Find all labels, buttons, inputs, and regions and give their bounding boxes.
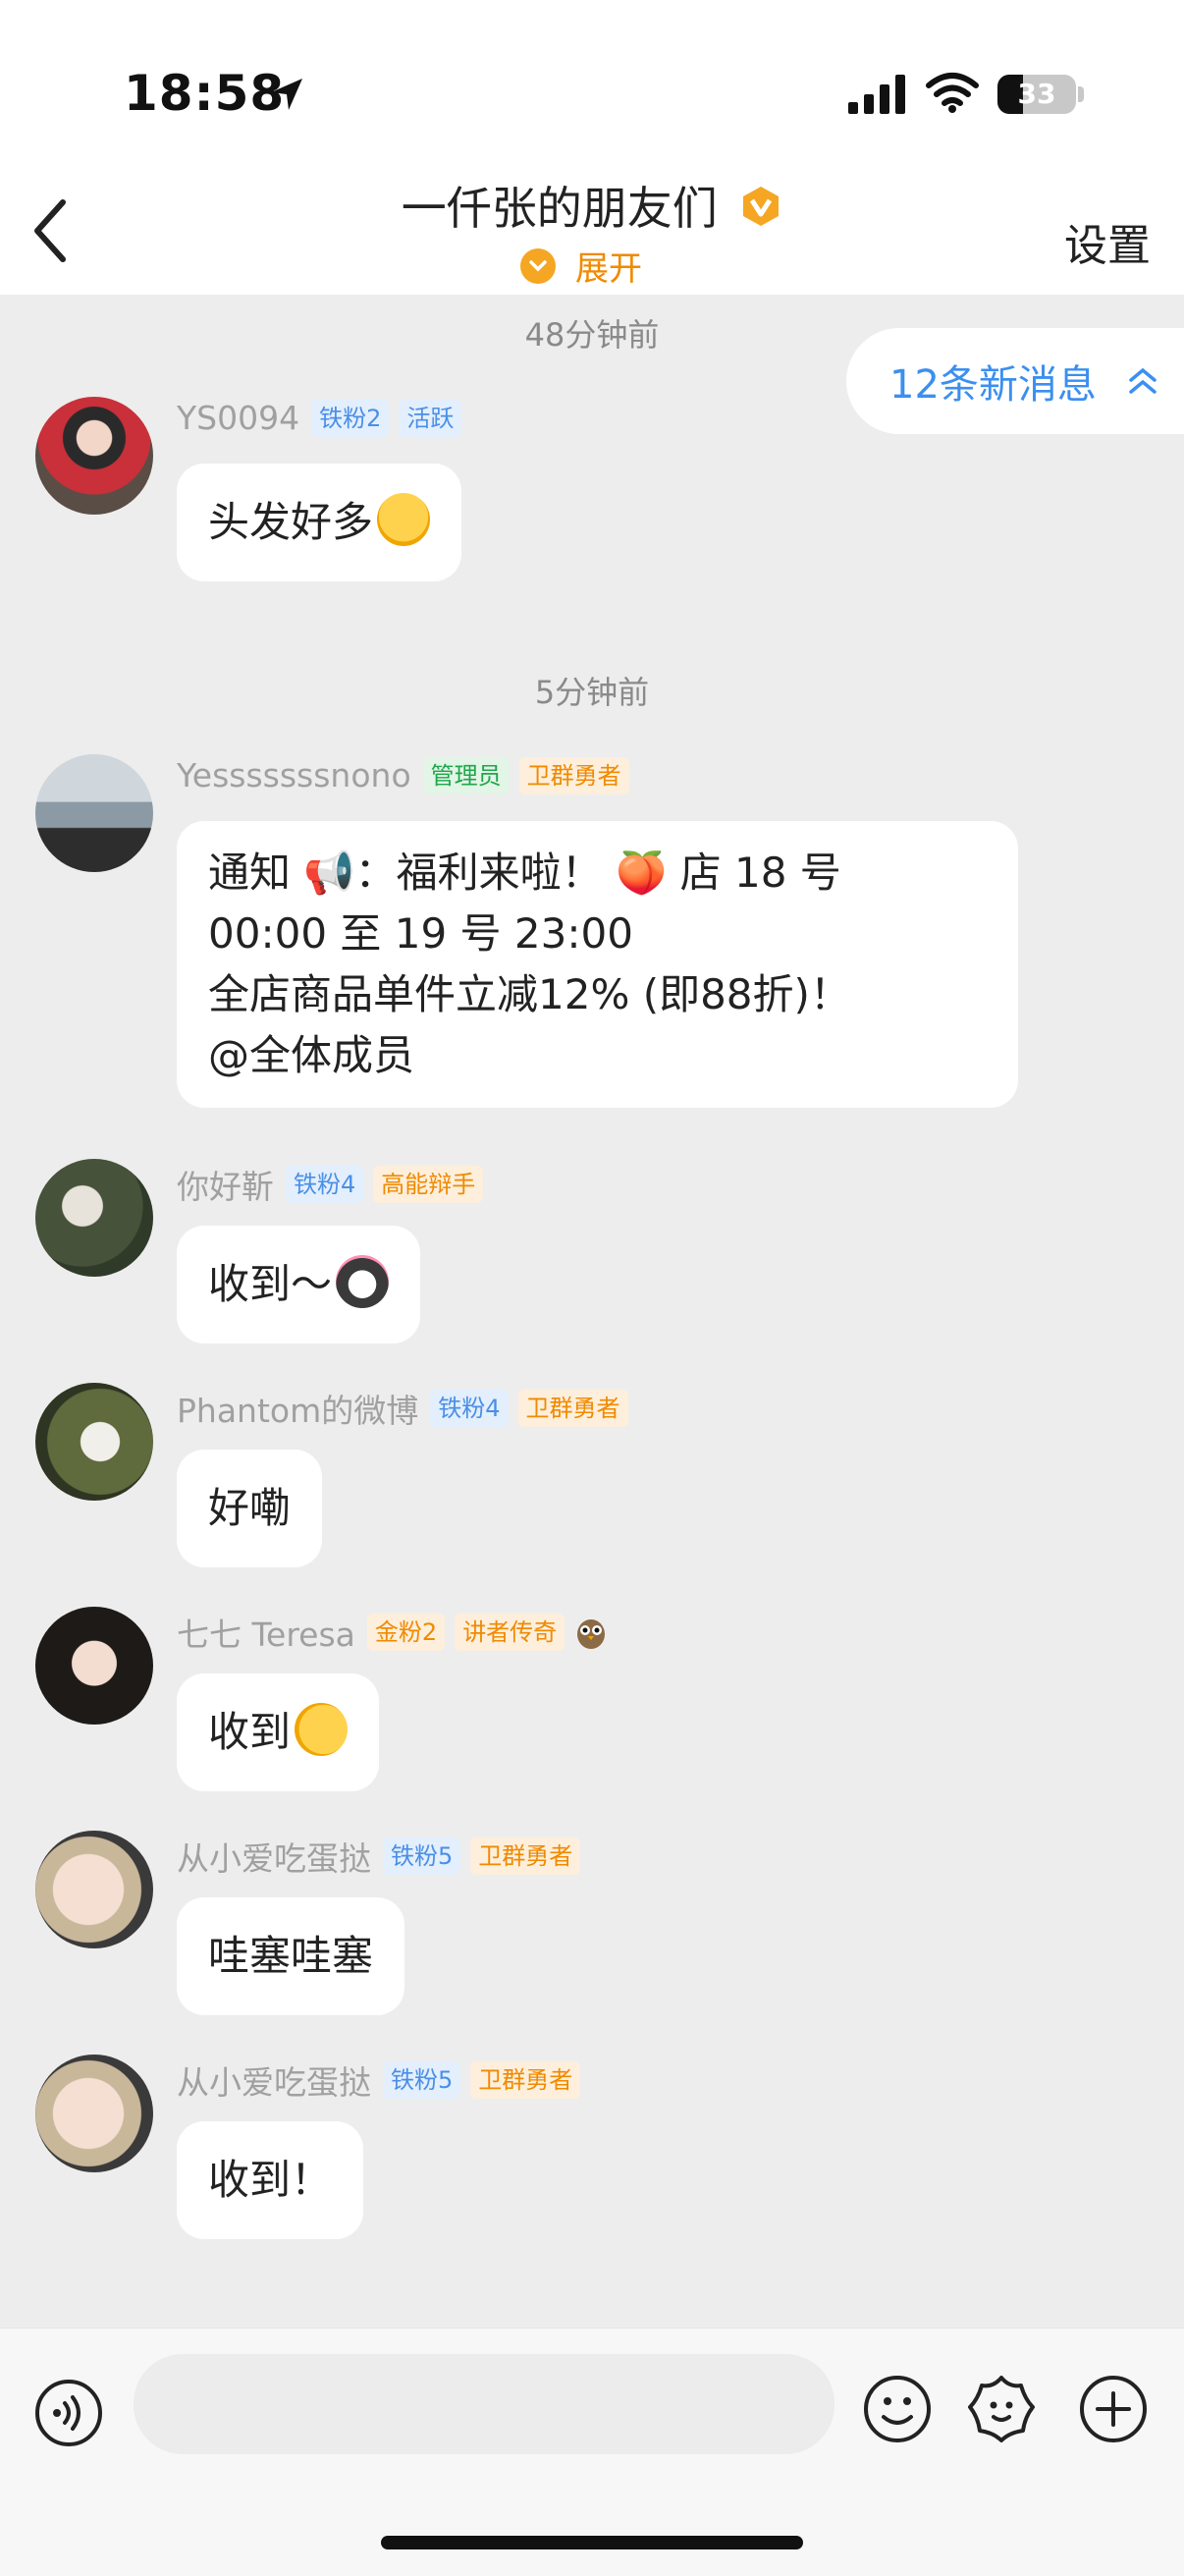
avatar[interactable] <box>35 2055 153 2172</box>
title-badge: 卫群勇者 <box>470 1837 581 1875</box>
fan-level-badge: 铁粉5 <box>383 2061 461 2099</box>
avatar[interactable] <box>35 1159 153 1277</box>
message-text: 收到 <box>208 1708 292 1756</box>
message-text: 哇塞哇塞 <box>208 1932 374 1980</box>
wifi-icon <box>926 73 979 113</box>
message-bubble[interactable]: 通知 📢：福利来啦！ 🍑 店 18 号 00:00 至 19 号 23:00 全… <box>177 821 1018 1108</box>
gold-fan-badge: 金粉2 <box>366 1614 446 1651</box>
owl-icon <box>577 1619 606 1649</box>
avatar[interactable] <box>35 1831 153 1948</box>
signal-icon <box>848 75 905 114</box>
timestamp: 48分钟前 <box>524 316 660 354</box>
fan-level-badge: 铁粉2 <box>311 399 390 437</box>
new-messages-label: 12条新消息 <box>889 362 1097 408</box>
message-text: 收到～ <box>208 1260 333 1308</box>
avatar[interactable] <box>35 1607 153 1725</box>
title-badge: 卫群勇者 <box>517 1390 628 1427</box>
mention-all-link[interactable]: @全体成员 <box>208 1025 987 1086</box>
fan-level-badge: 铁粉4 <box>430 1390 509 1427</box>
sender-name[interactable]: 从小爱吃蛋挞 <box>177 2056 371 2104</box>
sender-name[interactable]: Phantom的微博 <box>177 1385 418 1432</box>
plus-icon[interactable] <box>1078 2374 1149 2444</box>
message-bubble[interactable]: 哇塞哇塞 <box>177 1897 405 2015</box>
emoji-icon[interactable] <box>862 2374 933 2444</box>
message-line: 00:00 至 19 号 23:00 <box>208 909 633 958</box>
message-text: 头发好多 <box>208 498 374 546</box>
message-bubble[interactable]: 收到！ <box>177 2121 364 2239</box>
title-badge: 高能辩手 <box>373 1166 484 1203</box>
battery-tip <box>1078 86 1084 102</box>
cat-heart-emoji <box>336 1255 390 1308</box>
message-bubble[interactable]: 收到 <box>177 1673 380 1791</box>
fan-level-badge: 铁粉4 <box>286 1166 364 1203</box>
sender-row: 七七 Teresa 金粉2 讲者传奇 <box>177 1609 608 1656</box>
message-line: 通知 📢：福利来啦！ 🍑 店 18 号 <box>208 849 841 897</box>
timestamp: 5分钟前 <box>534 674 650 711</box>
group-title: 一仟张的朋友们 <box>401 182 718 235</box>
verified-v-badge-icon <box>743 187 780 226</box>
message-input[interactable] <box>134 2354 834 2454</box>
chat-header: 一仟张的朋友们 展开 设置 <box>0 167 1184 295</box>
sender-name[interactable]: 从小爱吃蛋挞 <box>177 1833 371 1880</box>
sender-row: YS0094 铁粉2 活跃 <box>177 399 471 437</box>
sender-name[interactable]: 你好靳 <box>177 1161 274 1208</box>
pointing-face-emoji <box>295 1703 349 1756</box>
status-time: 18:58 <box>124 65 286 122</box>
sender-row: Yesssssssnono 管理员 卫群勇者 <box>177 756 639 795</box>
sender-name[interactable]: Yesssssssnono <box>177 756 411 795</box>
status-bar: 18:58 33 <box>0 0 1184 167</box>
avatar[interactable] <box>35 754 153 872</box>
sticker-icon[interactable] <box>966 2374 1037 2444</box>
message-text: 收到！ <box>208 2156 333 2204</box>
title-badge: 讲者传奇 <box>455 1614 565 1651</box>
settings-button[interactable]: 设置 <box>1064 210 1151 273</box>
sender-row: 从小爱吃蛋挞 铁粉5 卫群勇者 <box>177 2056 590 2104</box>
message-text: 好嘞 <box>208 1484 292 1532</box>
location-arrow-icon <box>271 79 302 110</box>
message-bubble[interactable]: 好嘞 <box>177 1450 323 1567</box>
battery-icon: 33 <box>997 75 1076 114</box>
battery-percent: 33 <box>1017 78 1056 110</box>
avatar[interactable] <box>35 397 153 515</box>
admin-badge: 管理员 <box>422 756 510 795</box>
home-indicator <box>381 2536 803 2549</box>
fan-level-badge: 铁粉5 <box>383 1837 461 1875</box>
sender-name[interactable]: YS0094 <box>177 399 299 437</box>
message-bubble[interactable]: 收到～ <box>177 1226 421 1343</box>
activity-badge: 活跃 <box>399 399 462 437</box>
sender-row: 从小爱吃蛋挞 铁粉5 卫群勇者 <box>177 1833 590 1880</box>
expand-label: 展开 <box>575 249 642 289</box>
sender-row: 你好靳 铁粉4 高能辩手 <box>177 1161 493 1208</box>
avatar[interactable] <box>35 1383 153 1501</box>
crying-face-emoji <box>377 493 431 546</box>
message-line: 全店商品单件立减12% (即88折)！ <box>208 970 851 1018</box>
double-chevron-up-icon <box>1129 367 1157 394</box>
chevron-down-icon <box>520 247 556 284</box>
group-title-row[interactable]: 一仟张的朋友们 <box>0 173 1184 238</box>
expand-button[interactable]: 展开 <box>520 242 642 290</box>
title-badge: 卫群勇者 <box>518 756 629 795</box>
sender-name[interactable]: 七七 Teresa <box>177 1609 355 1656</box>
message-bubble[interactable]: 头发好多 <box>177 464 462 581</box>
title-badge: 卫群勇者 <box>470 2061 581 2099</box>
voice-icon[interactable] <box>33 2378 104 2448</box>
sender-row: Phantom的微博 铁粉4 卫群勇者 <box>177 1385 638 1432</box>
